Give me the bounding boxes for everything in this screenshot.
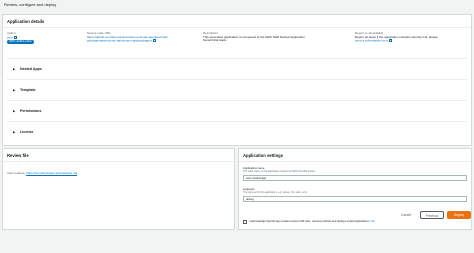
author-label: Author	[7, 31, 16, 35]
log-level-hint: The log level for this application, e.g.…	[243, 191, 308, 194]
application-name-input[interactable]: sam-nested-app	[243, 175, 467, 181]
divider	[3, 27, 471, 28]
source-code-field: Source code URL https://github.com/aws-s…	[87, 31, 187, 43]
description-field: Description This serverless application …	[203, 31, 338, 43]
external-link-icon	[152, 39, 156, 43]
section-title: License	[20, 130, 34, 134]
section-title: Permissions	[20, 109, 42, 113]
external-link-icon	[388, 39, 392, 43]
review-file-title: Review file	[7, 153, 29, 158]
verified-author-badge: AWS verified author	[7, 40, 34, 44]
report-vulnerability-field: Report a vulnerability Report an issue i…	[355, 31, 467, 43]
log-level-input[interactable]: debug	[243, 196, 467, 202]
report-vulnerability-link[interactable]: send a vulnerability form	[355, 38, 388, 43]
deploy-button[interactable]: Deploy	[447, 211, 471, 219]
page-title: Review, configure and deploy	[4, 2, 57, 7]
divider	[3, 161, 234, 162]
cancel-button[interactable]: Cancel	[398, 211, 414, 219]
description-text-line2: hierarchical stack.	[203, 38, 228, 43]
section-title: Nested Apps	[20, 67, 42, 71]
caret-right-icon: ▶	[13, 67, 16, 71]
section-title: Template	[20, 88, 36, 92]
application-details-panel: Application details Author yolo AWS veri…	[2, 14, 472, 146]
author-field: Author yolo AWS verified author	[7, 31, 77, 44]
info-link[interactable]: Info	[370, 220, 374, 223]
acknowledge-checkbox[interactable]	[243, 220, 247, 224]
readme-link[interactable]: https://serverlessrepo.aws/readme.md	[26, 171, 77, 175]
section-license[interactable]: ▶ License	[7, 121, 467, 142]
readme-prefix: View readme:	[7, 171, 26, 175]
external-link-icon	[13, 35, 17, 39]
previous-button[interactable]: Previous	[420, 211, 444, 219]
divider	[239, 161, 471, 162]
section-nested-apps[interactable]: ▶ Nested Apps	[7, 58, 467, 79]
application-details-title: Application details	[7, 19, 45, 24]
caret-right-icon: ▶	[13, 88, 16, 92]
caret-right-icon: ▶	[13, 109, 16, 113]
source-code-link-line2[interactable]: packages/apps/cloud-deployment-app/packa…	[87, 38, 152, 43]
acknowledge-label: I acknowledge that this app creates cust…	[249, 220, 370, 223]
section-permissions[interactable]: ▶ Permissions	[7, 100, 467, 121]
application-name-hint: The stack name of this application creat…	[243, 170, 316, 173]
author-link[interactable]: yolo	[7, 35, 13, 39]
readme-text: View readme: https://serverlessrepo.aws/…	[7, 171, 77, 175]
section-template[interactable]: ▶ Template	[7, 79, 467, 100]
caret-right-icon: ▶	[13, 130, 16, 134]
application-settings-title: Application settings	[243, 153, 284, 158]
acknowledge-text: I acknowledge that this app creates cust…	[249, 220, 469, 223]
review-file-panel: Review file View readme: https://serverl…	[2, 148, 235, 230]
